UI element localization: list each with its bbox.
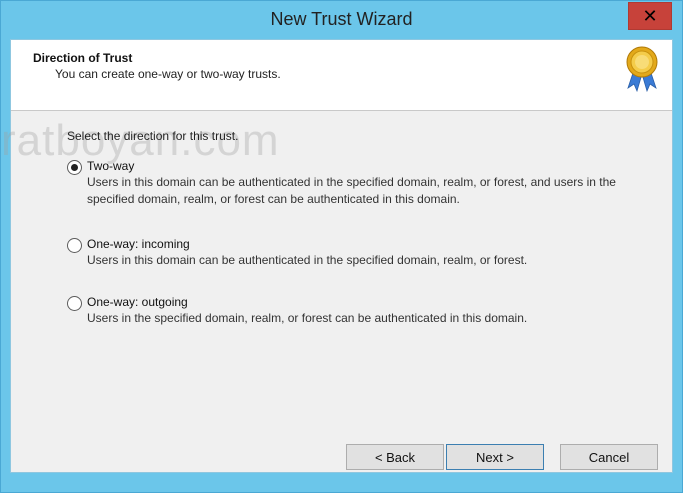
window-title: New Trust Wizard xyxy=(270,9,413,29)
close-icon: ✕ xyxy=(642,6,658,26)
wizard-header: Direction of Trust You can create one-wa… xyxy=(11,40,672,111)
next-button[interactable]: Next > xyxy=(446,444,544,470)
close-button[interactable]: ✕ xyxy=(628,2,672,30)
option-label[interactable]: One-way: outgoing xyxy=(87,294,627,310)
award-seal-icon xyxy=(626,46,658,93)
page-title: Direction of Trust xyxy=(33,51,133,65)
option-description: Users in this domain can be authenticate… xyxy=(87,175,616,206)
direction-prompt: Select the direction for this trust. xyxy=(67,129,239,143)
radio-one-way-incoming[interactable] xyxy=(67,238,82,253)
option-one-way-incoming[interactable]: One-way: incoming Users in this domain c… xyxy=(67,236,627,269)
back-button[interactable]: < Back xyxy=(346,444,444,470)
radio-two-way[interactable] xyxy=(67,160,82,175)
option-description: Users in this domain can be authenticate… xyxy=(87,253,528,267)
option-two-way[interactable]: Two-way Users in this domain can be auth… xyxy=(67,158,627,208)
title-bar[interactable]: New Trust Wizard ✕ xyxy=(1,1,682,39)
option-label[interactable]: One-way: incoming xyxy=(87,236,627,252)
wizard-client-area: Direction of Trust You can create one-wa… xyxy=(1,39,673,473)
option-one-way-outgoing[interactable]: One-way: outgoing Users in the specified… xyxy=(67,294,627,327)
option-label[interactable]: Two-way xyxy=(87,158,627,174)
page-subtitle: You can create one-way or two-way trusts… xyxy=(55,67,281,81)
option-description: Users in the specified domain, realm, or… xyxy=(87,311,528,325)
wizard-window: New Trust Wizard ✕ Direction of Trust Yo… xyxy=(0,0,683,493)
radio-one-way-outgoing[interactable] xyxy=(67,296,82,311)
cancel-button[interactable]: Cancel xyxy=(560,444,658,470)
